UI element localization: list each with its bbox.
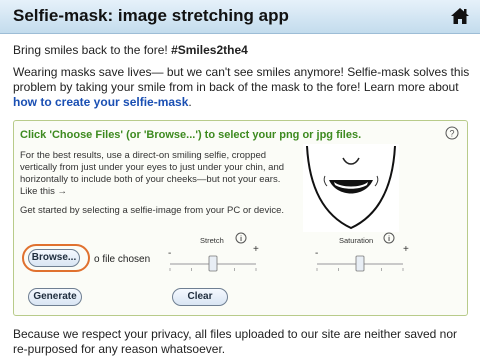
stretch-slider-thumb [208, 255, 218, 272]
stretch-label: Stretch [200, 236, 224, 245]
svg-text:i: i [240, 234, 242, 243]
home-icon[interactable] [450, 6, 470, 26]
example-selfie-image [303, 144, 399, 232]
saturation-slider[interactable] [315, 253, 405, 275]
saturation-slider-thumb [355, 255, 365, 272]
get-started-text: Get started by selecting a selfie-image … [20, 205, 285, 216]
browse-button[interactable]: Browse... [28, 249, 80, 267]
help-icon[interactable]: ? [445, 126, 459, 140]
intro-paragraph-suffix: . [188, 95, 192, 109]
upload-panel: Click 'Choose Files' (or 'Browse...') to… [13, 120, 468, 316]
intro-text: Bring smiles back to the fore! [13, 43, 172, 57]
learn-more-link[interactable]: how to create your selfie-mask [13, 95, 188, 109]
saturation-info-icon[interactable]: i [383, 232, 395, 244]
svg-text:i: i [388, 234, 390, 243]
instructions: For the best results, use a direct-on sm… [20, 150, 285, 197]
hashtag: #Smiles2the4 [171, 43, 248, 57]
app-title: Selfie-mask: image stretching app [13, 6, 289, 25]
app-header: Selfie-mask: image stretching app [0, 0, 480, 34]
intro-line: Bring smiles back to the fore! #Smiles2t… [13, 43, 473, 58]
privacy-notice: Because we respect your privacy, all fil… [13, 327, 458, 356]
stretch-info-icon[interactable]: i [235, 232, 247, 244]
saturation-label: Saturation [339, 236, 374, 245]
svg-text:?: ? [449, 129, 454, 139]
intro-paragraph: Wearing masks save lives— but we can't s… [13, 65, 473, 110]
stretch-slider[interactable] [168, 253, 258, 275]
intro-paragraph-text: Wearing masks save lives— but we can't s… [13, 65, 470, 94]
generate-button[interactable]: Generate [28, 288, 82, 306]
no-file-chosen-text: o file chosen [94, 254, 151, 265]
panel-title: Click 'Choose Files' (or 'Browse...') to… [20, 129, 362, 141]
clear-button[interactable]: Clear [172, 288, 228, 306]
